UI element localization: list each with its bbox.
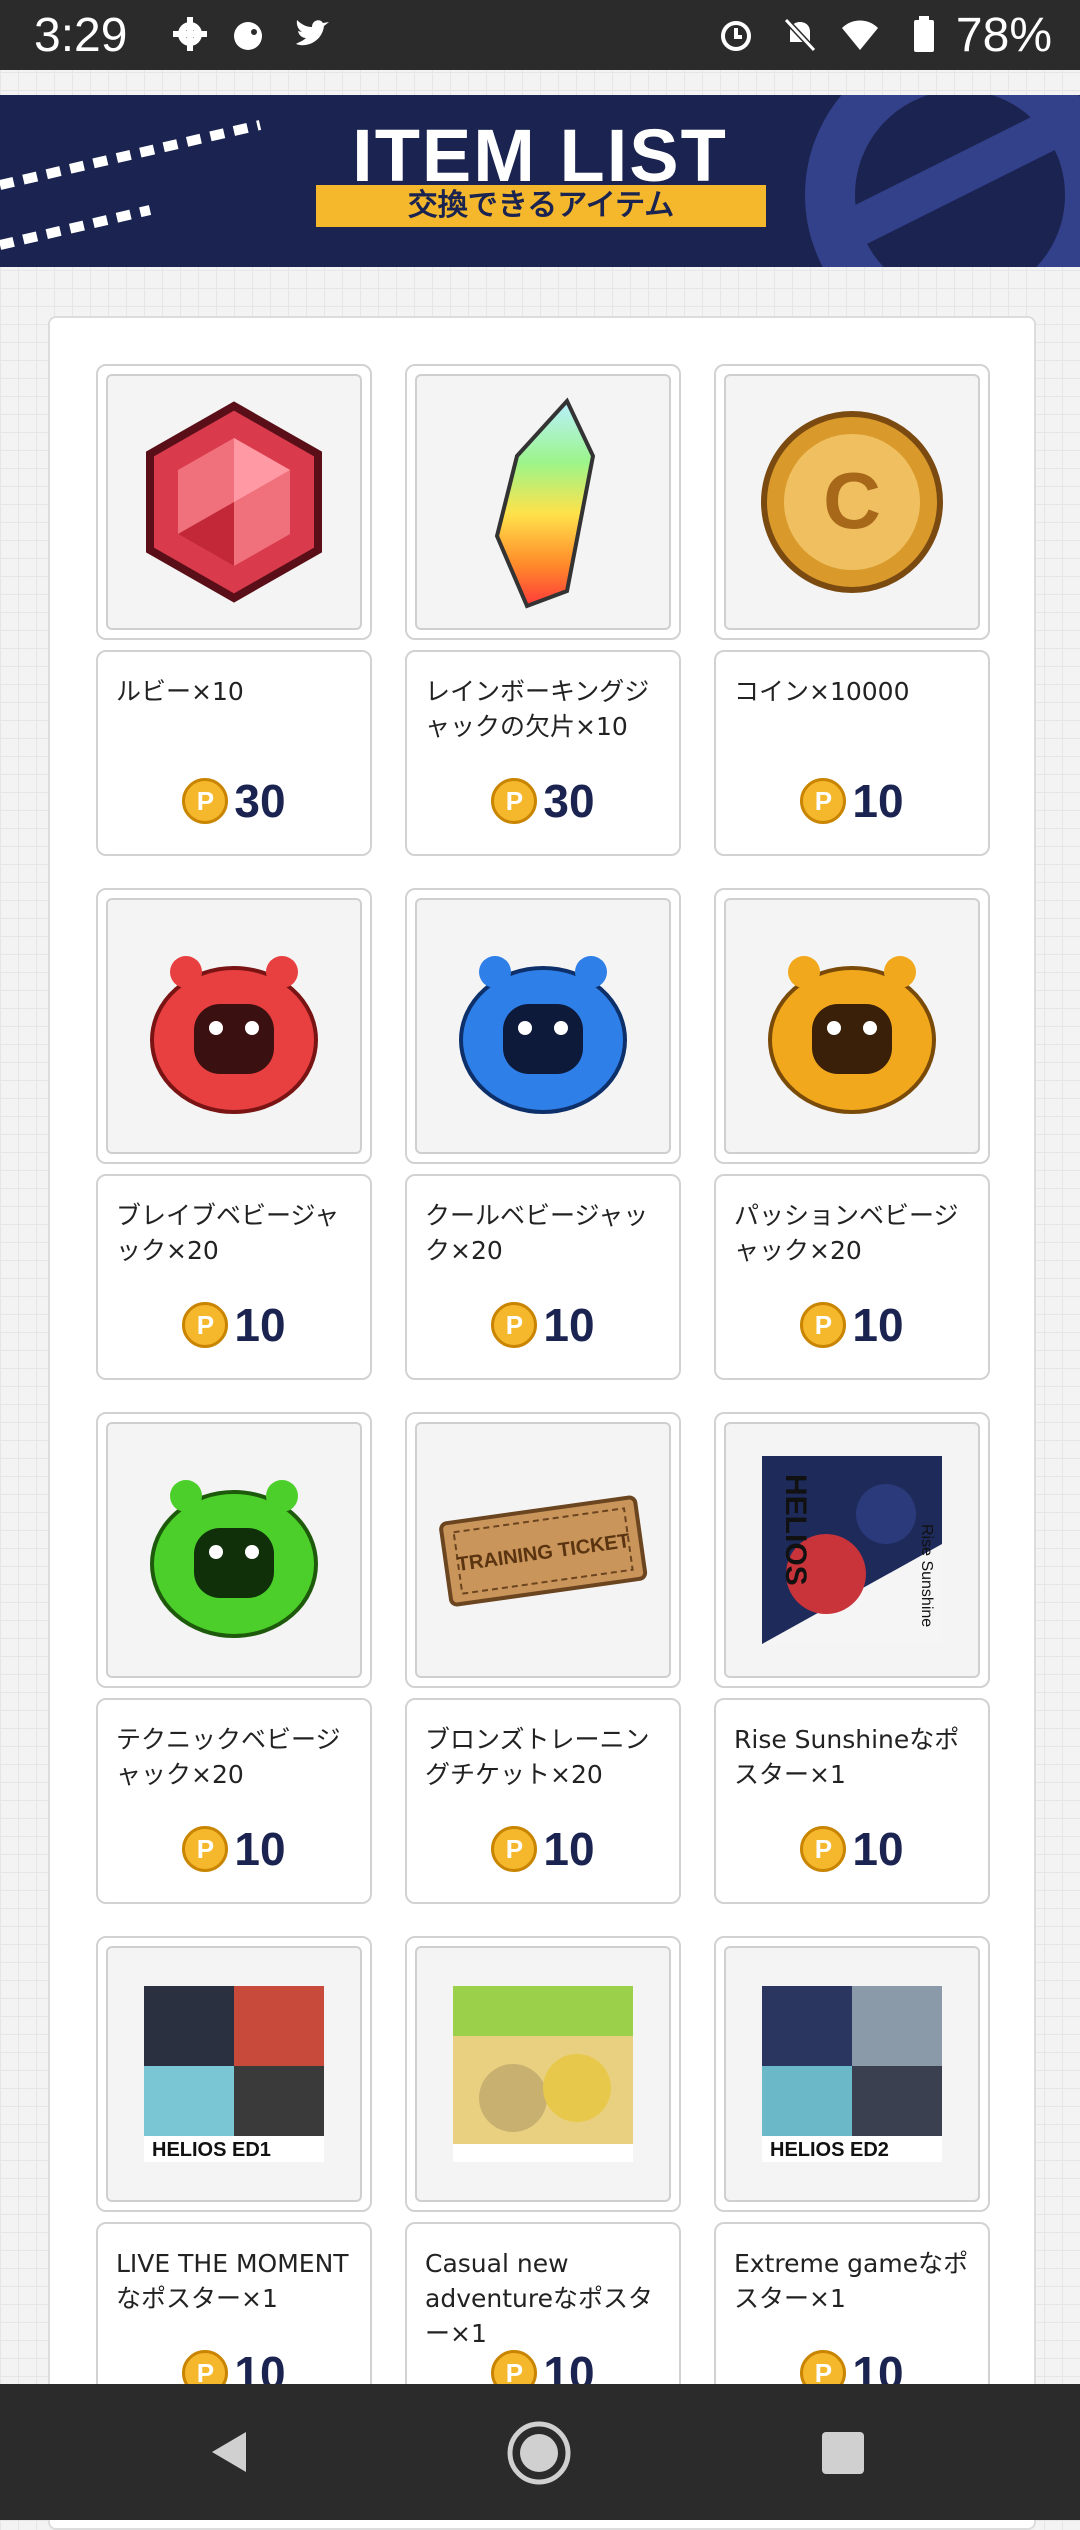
item-price: P 30: [407, 774, 679, 828]
ruby-icon: [146, 401, 322, 603]
notifications-off-icon: [783, 17, 817, 53]
item-info-card: パッションベビージャック×20 P 10: [714, 1174, 990, 1380]
twitter-icon: [296, 20, 329, 46]
poster-rise-sunshine-icon: HELIOS Rise Sunshine: [762, 1456, 942, 1644]
item-image-card[interactable]: HELIOS Rise Sunshine: [714, 1412, 990, 1688]
item-name: ブレイブベビージャック×20: [116, 1201, 340, 1265]
item-image-card[interactable]: [96, 1412, 372, 1688]
item-info-card: Rise Sunshineなポスター×1 P 10: [714, 1698, 990, 1904]
item-info-card: レインボーキングジャックの欠片×10 P 30: [405, 650, 681, 856]
training-ticket-icon: TRAINING TICKET: [439, 1495, 648, 1607]
status-time: 3:29: [34, 9, 128, 62]
point-coin-icon: P: [800, 777, 847, 824]
alarm-icon: [721, 21, 751, 51]
svg-text:HELIOS ED1: HELIOS ED1: [152, 2139, 271, 2161]
svg-text:Rise Sunshine: Rise Sunshine: [918, 1524, 935, 1627]
settings-icon: [173, 17, 207, 51]
poster-extreme-game-icon: HELIOS ED2: [762, 1986, 942, 2162]
item-name: LIVE THE MOMENTなポスター×1: [116, 2249, 349, 2313]
item-info-card: ルビー×10 P 30: [96, 650, 372, 856]
point-coin-icon: P: [491, 777, 538, 824]
item-name: コイン×10000: [734, 677, 910, 706]
item-info-card: クールベビージャック×20 P 10: [405, 1174, 681, 1380]
item-info-card: ブロンズトレーニングチケット×20 P 10: [405, 1698, 681, 1904]
point-coin-icon: P: [800, 1825, 847, 1872]
item-name: Extreme gameなポスター×1: [734, 2249, 969, 2313]
coin-icon: C: [761, 411, 943, 593]
poster-live-the-moment-icon: HELIOS ED1: [144, 1986, 324, 2162]
item-name: パッションベビージャック×20: [734, 1201, 959, 1265]
poster-casual-adventure-icon: [453, 1986, 633, 2162]
yellow-baby-jack-icon: [768, 956, 936, 1114]
item-info-card: コイン×10000 P 10: [714, 650, 990, 856]
item-list-panel: ルビー×10 P 30 レインボーキングジャックの欠片×10 P 30 C コイ…: [48, 316, 1036, 2530]
item-info-card: ブレイブベビージャック×20 P 10: [96, 1174, 372, 1380]
item-list-banner: ITEM LIST 交換できるアイテム: [0, 95, 1080, 267]
blue-baby-jack-icon: [459, 956, 627, 1114]
point-coin-icon: P: [182, 777, 229, 824]
item-image-card[interactable]: HELIOS ED2: [714, 1936, 990, 2212]
point-coin-icon: P: [491, 1301, 538, 1348]
back-icon[interactable]: [206, 2428, 254, 2476]
item-image-card[interactable]: HELIOS ED1: [96, 1936, 372, 2212]
item-image-card[interactable]: TRAINING TICKET: [405, 1412, 681, 1688]
item-name: レインボーキングジャックの欠片×10: [425, 677, 650, 741]
item-image-card[interactable]: C: [714, 364, 990, 640]
item-image-card[interactable]: [405, 364, 681, 640]
item-image-card[interactable]: [405, 1936, 681, 2212]
point-coin-icon: P: [800, 1301, 847, 1348]
item-image-card[interactable]: [405, 888, 681, 1164]
svg-text:C: C: [823, 456, 881, 545]
item-image-card[interactable]: [96, 888, 372, 1164]
item-price: P 10: [716, 774, 988, 828]
battery-percent: 78%: [955, 9, 1052, 62]
item-price: P 10: [716, 1822, 988, 1876]
item-image-card[interactable]: [96, 364, 372, 640]
rainbow-crystal-icon: [494, 397, 596, 609]
status-bar: 3:29 78%: [0, 0, 1080, 70]
item-name: Rise Sunshineなポスター×1: [734, 1725, 960, 1789]
item-info-card: テクニックベビージャック×20 P 10: [96, 1698, 372, 1904]
point-coin-icon: P: [182, 1301, 229, 1348]
point-coin-icon: P: [491, 1825, 538, 1872]
item-price: P 10: [407, 1298, 679, 1352]
banner-subtitle: 交換できるアイテム: [316, 185, 766, 227]
item-name: ブロンズトレーニングチケット×20: [425, 1725, 650, 1789]
home-icon[interactable]: [506, 2420, 572, 2486]
item-price: P 10: [98, 1822, 370, 1876]
red-baby-jack-icon: [150, 956, 318, 1114]
item-price: P 30: [98, 774, 370, 828]
svg-text:HELIOS ED2: HELIOS ED2: [770, 2139, 889, 2161]
point-coin-icon: P: [182, 1825, 229, 1872]
item-price: P 10: [716, 1298, 988, 1352]
wifi-icon: [842, 20, 878, 50]
item-image-card[interactable]: [714, 888, 990, 1164]
item-name: Casual new adventureなポスター×1: [425, 2249, 653, 2348]
item-name: ルビー×10: [116, 677, 244, 706]
item-name: テクニックベビージャック×20: [116, 1725, 341, 1789]
recent-apps-icon[interactable]: [822, 2432, 864, 2474]
item-price: P 10: [98, 1298, 370, 1352]
item-name: クールベビージャック×20: [425, 1201, 649, 1265]
battery-icon: [914, 16, 934, 52]
app-notification-icon: [234, 22, 262, 50]
svg-text:HELIOS: HELIOS: [779, 1474, 812, 1586]
item-price: P 10: [407, 1822, 679, 1876]
green-baby-jack-icon: [150, 1480, 318, 1638]
system-navigation-bar: [0, 2384, 1080, 2520]
